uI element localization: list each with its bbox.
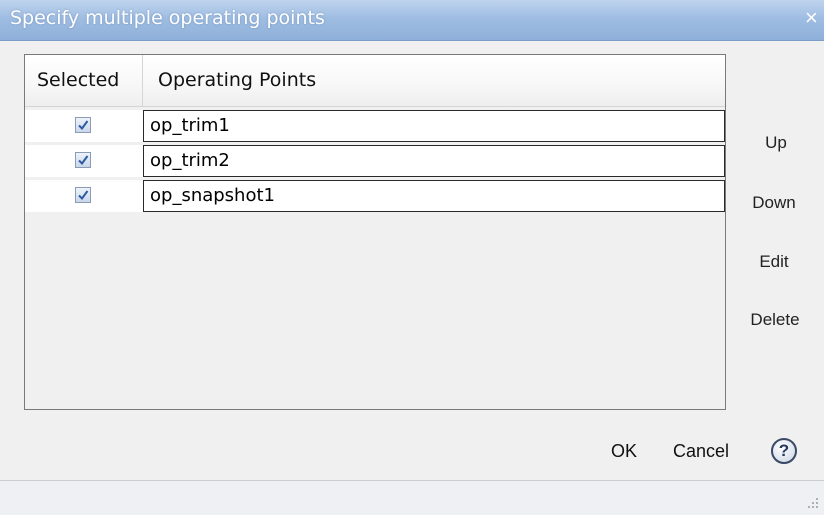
delete-button[interactable]: Delete <box>737 303 813 337</box>
column-header-selected[interactable]: Selected <box>25 55 143 106</box>
selected-cell <box>25 110 143 142</box>
table-row[interactable]: op_trim2 <box>25 145 725 177</box>
close-icon[interactable]: × <box>805 5 824 33</box>
operating-point-name[interactable]: op_trim2 <box>143 145 725 177</box>
edit-button[interactable]: Edit <box>736 245 812 279</box>
operating-points-table: Selected Operating Points op_trim1 op_tr… <box>24 54 726 410</box>
ok-button[interactable]: OK <box>611 435 637 467</box>
column-header-operating-points[interactable]: Operating Points <box>144 55 725 106</box>
checkbox-checked-icon[interactable] <box>75 187 91 203</box>
table-row[interactable]: op_snapshot1 <box>25 180 725 212</box>
title-bar[interactable]: Specify multiple operating points × <box>0 0 824 41</box>
status-bar <box>0 480 824 515</box>
table-row[interactable]: op_trim1 <box>25 110 725 142</box>
dialog-window: Specify multiple operating points × Sele… <box>0 0 824 515</box>
checkbox-checked-icon[interactable] <box>75 117 91 133</box>
selected-cell <box>25 145 143 177</box>
selected-cell <box>25 180 143 212</box>
help-icon[interactable]: ? <box>771 438 797 464</box>
operating-point-name[interactable]: op_snapshot1 <box>143 180 725 212</box>
table-header: Selected Operating Points <box>25 55 725 107</box>
up-button[interactable]: Up <box>738 126 814 160</box>
checkbox-checked-icon[interactable] <box>75 152 91 168</box>
operating-point-name[interactable]: op_trim1 <box>143 110 725 142</box>
cancel-button[interactable]: Cancel <box>673 435 729 467</box>
down-button[interactable]: Down <box>736 186 812 220</box>
resize-grip-icon[interactable] <box>806 496 820 510</box>
dialog-title: Specify multiple operating points <box>10 7 325 29</box>
